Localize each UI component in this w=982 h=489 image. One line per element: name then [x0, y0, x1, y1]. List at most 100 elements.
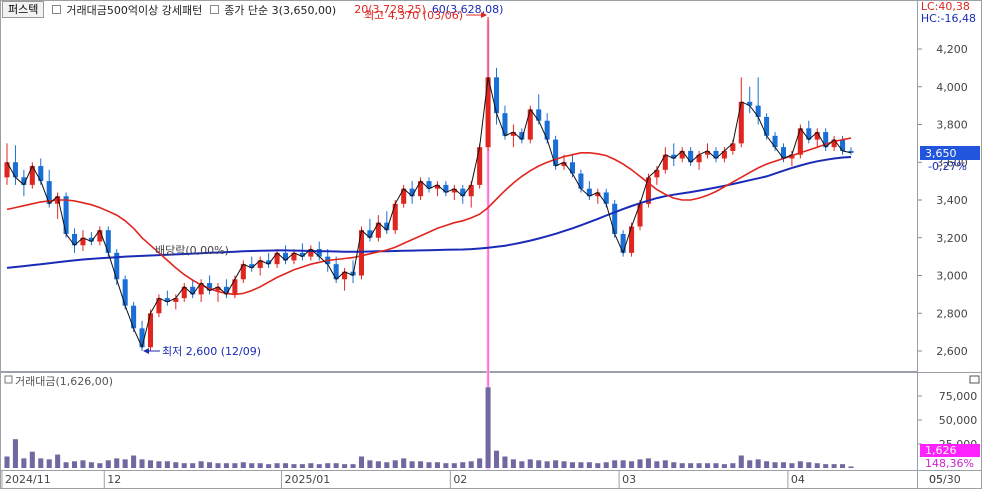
- volume-bar: [114, 458, 120, 468]
- volume-bar: [232, 463, 238, 468]
- date-tick-label: 02: [453, 473, 467, 486]
- volume-bar: [316, 464, 322, 468]
- volume-bar: [688, 463, 694, 468]
- volume-bar: [215, 463, 221, 468]
- date-tick-label: 03: [622, 473, 636, 486]
- price-tick-label: 3,000: [936, 270, 968, 283]
- volume-bar: [797, 461, 803, 468]
- volume-bar: [164, 461, 170, 468]
- volume-bar: [198, 461, 204, 468]
- candle-body: [122, 279, 128, 306]
- volume-bar: [342, 464, 348, 468]
- volume-bar: [71, 461, 78, 468]
- volume-bar: [477, 458, 483, 468]
- volume-bar: [823, 464, 829, 468]
- dividend-marker-label: 배당락(0,00%): [155, 244, 229, 257]
- volume-bar: [612, 460, 618, 468]
- volume-bar: [662, 460, 668, 468]
- volume-bar: [384, 462, 390, 468]
- volume-bar: [713, 463, 719, 468]
- volume-bar: [645, 458, 651, 468]
- volume-bar: [333, 463, 339, 468]
- date-tick-label: 05/30: [929, 473, 961, 486]
- volume-bar: [840, 464, 846, 468]
- low-price-label: 최저 2,600 (12/09): [162, 345, 261, 358]
- volume-bar: [460, 462, 466, 468]
- volume-bar: [131, 455, 137, 468]
- volume-bar: [493, 450, 500, 468]
- volume-bar: [122, 459, 128, 468]
- volume-bar: [299, 464, 305, 468]
- volume-bar: [223, 463, 229, 468]
- volume-bar: [392, 460, 398, 468]
- plot-frame-price: [0, 0, 918, 372]
- price-panel-button[interactable]: [4, 375, 13, 384]
- volume-bar: [620, 460, 626, 468]
- volume-bar: [139, 459, 145, 468]
- volume-bar: [569, 462, 576, 468]
- volume-bar: [63, 462, 69, 468]
- volume-bar: [721, 464, 727, 468]
- volume-bar: [257, 463, 263, 468]
- volume-change-label: 148,36%: [925, 457, 974, 470]
- volume-bar: [97, 463, 103, 468]
- volume-bar: [696, 463, 702, 468]
- date-tick-label: 04: [791, 473, 805, 486]
- volume-bar: [46, 459, 52, 468]
- candle-body: [147, 313, 154, 348]
- volume-bar: [772, 462, 778, 468]
- volume-bar: [629, 461, 635, 468]
- volume-bar: [586, 462, 592, 468]
- volume-bar: [595, 463, 601, 468]
- volume-bar: [780, 462, 787, 468]
- date-tick-label: 2025/01: [285, 473, 331, 486]
- volume-bar: [21, 458, 27, 468]
- volume-bar: [544, 461, 550, 468]
- volume-bar: [418, 461, 424, 468]
- volume-bar: [527, 459, 533, 468]
- volume-bar: [325, 463, 331, 468]
- volume-bar: [561, 461, 567, 468]
- volume-bar: [156, 461, 162, 468]
- volume-bar: [181, 463, 187, 468]
- volume-bar: [375, 461, 381, 468]
- high-price-label: 최고 4,370 (03/06): [364, 9, 463, 22]
- volume-bar: [249, 463, 255, 468]
- volume-bar: [426, 462, 432, 468]
- ma60-line: [6, 156, 852, 269]
- volume-bar: [207, 462, 213, 468]
- price-tick-label: 4,200: [936, 43, 968, 56]
- volume-bar: [443, 463, 449, 468]
- volume-bar: [789, 463, 795, 468]
- volume-bar: [519, 461, 525, 468]
- volume-bar: [451, 463, 457, 468]
- candle-body: [358, 230, 365, 276]
- volume-bar: [434, 462, 440, 468]
- volume-bar: [637, 459, 643, 468]
- current-volume-label: 1,626: [925, 444, 957, 457]
- volume-bar: [55, 454, 61, 468]
- price-tick-label: 4,000: [936, 81, 968, 94]
- volume-bar: [510, 459, 516, 468]
- volume-bar: [831, 464, 837, 468]
- price-tick-label: 3,400: [936, 194, 968, 207]
- volume-bar: [603, 462, 609, 468]
- volume-bar: [764, 461, 770, 468]
- price-volume-chart: 4,2004,0003,8003,6003,4003,2003,0002,800…: [0, 0, 982, 489]
- candle-body: [629, 226, 635, 253]
- volume-bar: [80, 460, 86, 468]
- current-price-label: 3,650: [925, 147, 957, 160]
- volume-bar: [38, 458, 44, 468]
- stock-chart-window: { "header": { "market_tab": "퍼스텍", "scre…: [0, 0, 982, 489]
- volume-bar: [578, 462, 584, 468]
- volume-panel-button[interactable]: [969, 375, 980, 384]
- volume-bar: [738, 455, 744, 468]
- volume-bar: [240, 462, 246, 468]
- volume-bar: [502, 456, 508, 468]
- volume-bar: [266, 464, 272, 468]
- current-change-label: -0,27%: [928, 160, 967, 173]
- candle-body: [502, 113, 508, 136]
- volume-bar: [654, 461, 660, 468]
- volume-bar: [401, 458, 407, 468]
- volume-bar: [147, 460, 154, 468]
